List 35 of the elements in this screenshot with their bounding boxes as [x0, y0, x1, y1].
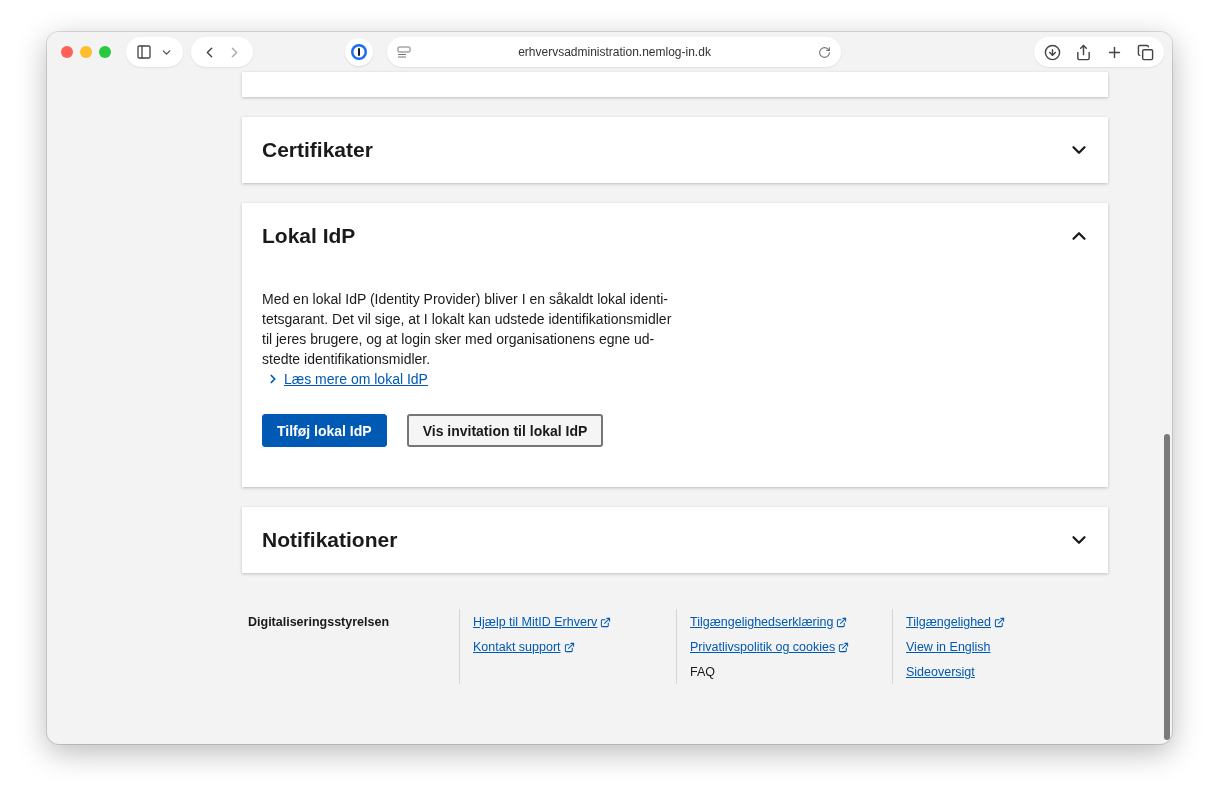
footer-link[interactable]: Privatlivspolitik og cookies [690, 639, 850, 655]
section-title: Notifikationer [262, 528, 398, 552]
organization-name: Digitaliseringsstyrelsen [248, 614, 391, 631]
read-more-link[interactable]: Læs mere om lokal IdP [284, 369, 428, 389]
section-title: Certifikater [262, 138, 373, 162]
external-link-icon [600, 616, 612, 628]
accordion-header[interactable]: Certifikater [242, 117, 1108, 183]
footer-link[interactable]: Hjælp til MitID Erhverv [473, 614, 612, 630]
footer-link[interactable]: Tilgængelighed [906, 614, 1005, 630]
external-link-icon [836, 616, 848, 628]
description-text: Med en lokal IdP (Identity Provider) bliver I en såkaldt lokal identi- tetsgarant. Det vil sige, at I lokalt kan udstede identifikationsmidler til jeres brugere, og at login sker med organisationens egne ud- stedte identifikationsmidler. [262, 290, 673, 369]
footer-link[interactable]: View in English [906, 639, 991, 655]
external-link-icon [563, 641, 575, 653]
external-link-icon [994, 616, 1005, 628]
share-icon[interactable] [1075, 43, 1092, 61]
invitation-button[interactable]: Vis invitation til lokal IdP [406, 414, 604, 447]
sidebar-menu-button[interactable] [126, 37, 183, 67]
close-window-button[interactable] [61, 46, 73, 58]
reload-icon[interactable] [818, 45, 831, 59]
password-manager-icon[interactable] [345, 38, 373, 66]
external-link-icon [838, 641, 850, 653]
scrollbar-thumb[interactable] [1164, 434, 1170, 740]
address-bar[interactable]: erhvervsadministration.nemlog-in.dk [387, 37, 841, 67]
section-title: Lokal IdP [262, 224, 356, 248]
footer-link[interactable]: Kontakt support [473, 639, 575, 655]
footer-text: FAQ [690, 664, 716, 680]
accordion-header[interactable]: Lokal IdP [242, 203, 1108, 269]
sidebar-icon [136, 44, 152, 60]
accordion-header[interactable]: Notifikationer [242, 507, 1108, 573]
footer-link[interactable]: Tilgængelighedserklæring [690, 614, 848, 630]
tab-overview-icon[interactable] [1137, 43, 1154, 61]
page-menu-icon [397, 46, 411, 58]
download-icon[interactable] [1044, 43, 1061, 61]
footer-link[interactable]: Sideoversigt [906, 664, 975, 680]
add-button[interactable]: Tilføj lokal IdP [262, 414, 387, 447]
